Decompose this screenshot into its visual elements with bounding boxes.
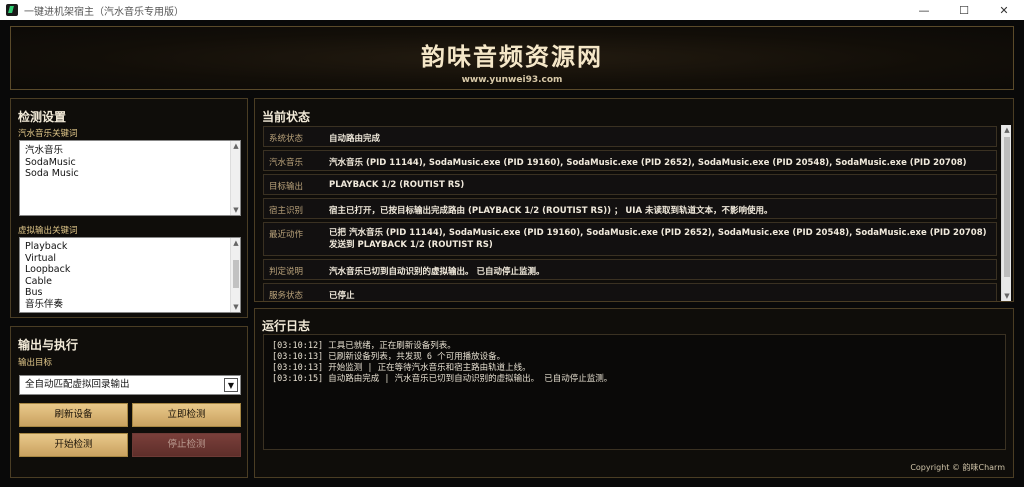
detect-settings-panel: 检测设置 汽水音乐关键词 汽水音乐 SodaMusic Soda Music ▲… xyxy=(10,98,248,318)
log-line: [03:10:13] 已刷新设备列表，共发现 6 个可用播放设备。 xyxy=(272,352,506,362)
status-key: 系统状态 xyxy=(269,134,304,144)
status-value: 宿主已打开，已按目标输出完成路由 (PLAYBACK 1/2 (ROUTIST … xyxy=(329,206,773,216)
vout-keywords-scrollbar[interactable]: ▲ ▼ xyxy=(230,238,240,312)
app-body: 韵味音频资源网 www.yunwei93.com 检测设置 汽水音乐关键词 汽水… xyxy=(0,20,1024,487)
app-icon xyxy=(6,4,18,16)
vout-keywords-list[interactable]: Playback Virtual Loopback Cable Bus 音乐伴奏… xyxy=(19,237,241,313)
output-title: 输出与执行 xyxy=(18,338,79,352)
status-row: 宿主识别 宿主已打开，已按目标输出完成路由 (PLAYBACK 1/2 (ROU… xyxy=(263,198,997,219)
chevron-down-icon[interactable]: ▼ xyxy=(224,378,238,392)
scroll-down-icon[interactable]: ▼ xyxy=(1002,291,1012,301)
list-item[interactable]: SodaMusic xyxy=(20,157,240,169)
list-item[interactable]: Cable xyxy=(20,276,240,288)
detect-settings-title: 检测设置 xyxy=(18,110,67,124)
music-keywords-label: 汽水音乐关键词 xyxy=(18,129,78,139)
music-keywords-scrollbar[interactable]: ▲ ▼ xyxy=(230,141,240,215)
brand-title: 韵味音频资源网 xyxy=(421,43,603,71)
scroll-thumb[interactable] xyxy=(233,260,239,288)
log-line: [03:10:12] 工具已就绪，正在刷新设备列表。 xyxy=(272,341,456,351)
status-panel: 当前状态 系统状态 自动路由完成 汽水音乐 汽水音乐 (PID 11144), … xyxy=(254,98,1014,302)
output-target-value: 全自动匹配虚拟回录输出 xyxy=(25,379,130,390)
list-item[interactable]: 音乐伴奏 xyxy=(20,299,240,311)
log-title: 运行日志 xyxy=(262,319,311,333)
stop-detect-button[interactable]: 停止检测 xyxy=(132,433,241,457)
list-item[interactable]: Loopback xyxy=(20,264,240,276)
list-item[interactable]: Soda Music xyxy=(20,168,240,180)
scroll-down-icon[interactable]: ▼ xyxy=(231,205,240,215)
status-value: 汽水音乐已切到自动识别的虚拟输出。 已自动停止监测。 xyxy=(329,267,545,277)
status-row: 目标输出 PLAYBACK 1/2 (ROUTIST RS) xyxy=(263,174,997,195)
status-value: 汽水音乐 (PID 11144), SodaMusic.exe (PID 191… xyxy=(329,158,967,168)
music-keywords-list[interactable]: 汽水音乐 SodaMusic Soda Music ▲ ▼ xyxy=(19,140,241,216)
list-item[interactable]: Bus xyxy=(20,287,240,299)
maximize-button[interactable]: ☐ xyxy=(944,0,984,20)
status-row: 汽水音乐 汽水音乐 (PID 11144), SodaMusic.exe (PI… xyxy=(263,150,997,171)
list-item[interactable]: Playback xyxy=(20,241,240,253)
window-title: 一键进机架宿主（汽水音乐专用版） xyxy=(24,6,184,18)
status-key: 目标输出 xyxy=(269,182,304,192)
scroll-up-icon[interactable]: ▲ xyxy=(1002,125,1012,135)
detect-now-button[interactable]: 立即检测 xyxy=(132,403,241,427)
output-target-select[interactable]: 全自动匹配虚拟回录输出 ▼ xyxy=(19,375,241,395)
status-row: 判定说明 汽水音乐已切到自动识别的虚拟输出。 已自动停止监测。 xyxy=(263,259,997,280)
status-key: 汽水音乐 xyxy=(269,158,304,168)
scroll-up-icon[interactable]: ▲ xyxy=(231,141,240,151)
status-row: 系统状态 自动路由完成 xyxy=(263,126,997,147)
list-item[interactable]: Virtual xyxy=(20,253,240,265)
close-button[interactable]: ✕ xyxy=(984,0,1024,20)
list-item[interactable]: 汽水音乐 xyxy=(20,145,240,157)
log-panel: 运行日志 [03:10:12] 工具已就绪，正在刷新设备列表。 [03:10:1… xyxy=(254,308,1014,478)
window-controls: — ☐ ✕ xyxy=(904,0,1024,20)
refresh-devices-button[interactable]: 刷新设备 xyxy=(19,403,128,427)
scroll-up-icon[interactable]: ▲ xyxy=(231,238,240,248)
output-panel: 输出与执行 输出目标 全自动匹配虚拟回录输出 ▼ 刷新设备 立即检测 开始检测 … xyxy=(10,326,248,478)
status-key: 最近动作 xyxy=(269,230,304,240)
brand-header: 韵味音频资源网 www.yunwei93.com xyxy=(10,26,1014,90)
status-key: 服务状态 xyxy=(269,291,304,301)
status-value: 已停止 xyxy=(329,291,355,301)
status-scrollbar[interactable]: ▲ ▼ xyxy=(1001,125,1011,301)
start-detect-button[interactable]: 开始检测 xyxy=(19,433,128,457)
status-title: 当前状态 xyxy=(262,110,311,124)
copyright-text: Copyright © 韵味Charm xyxy=(910,463,1005,472)
status-value: PLAYBACK 1/2 (ROUTIST RS) xyxy=(329,180,465,190)
scroll-thumb[interactable] xyxy=(1004,137,1010,277)
log-line: [03:10:13] 开始监测 | 正在等待汽水音乐和宿主路由轨道上线。 xyxy=(272,363,531,373)
output-target-label: 输出目标 xyxy=(18,358,53,368)
brand-url: www.yunwei93.com xyxy=(461,75,563,85)
status-row: 最近动作 已把 汽水音乐 (PID 11144), SodaMusic.exe … xyxy=(263,222,997,256)
vout-keywords-label: 虚拟输出关键词 xyxy=(18,226,78,236)
minimize-button[interactable]: — xyxy=(904,0,944,20)
scroll-down-icon[interactable]: ▼ xyxy=(231,302,240,312)
status-key: 宿主识别 xyxy=(269,206,304,216)
window-titlebar: 一键进机架宿主（汽水音乐专用版） — ☐ ✕ xyxy=(0,0,1024,20)
status-value: 已把 汽水音乐 (PID 11144), SodaMusic.exe (PID … xyxy=(329,228,987,250)
status-value: 自动路由完成 xyxy=(329,134,381,144)
status-key: 判定说明 xyxy=(269,267,304,277)
log-line: [03:10:15] 自动路由完成 | 汽水音乐已切到自动识别的虚拟输出。 已自… xyxy=(272,374,613,384)
status-row: 服务状态 已停止 xyxy=(263,283,997,301)
log-output[interactable]: [03:10:12] 工具已就绪，正在刷新设备列表。 [03:10:13] 已刷… xyxy=(263,334,1006,450)
